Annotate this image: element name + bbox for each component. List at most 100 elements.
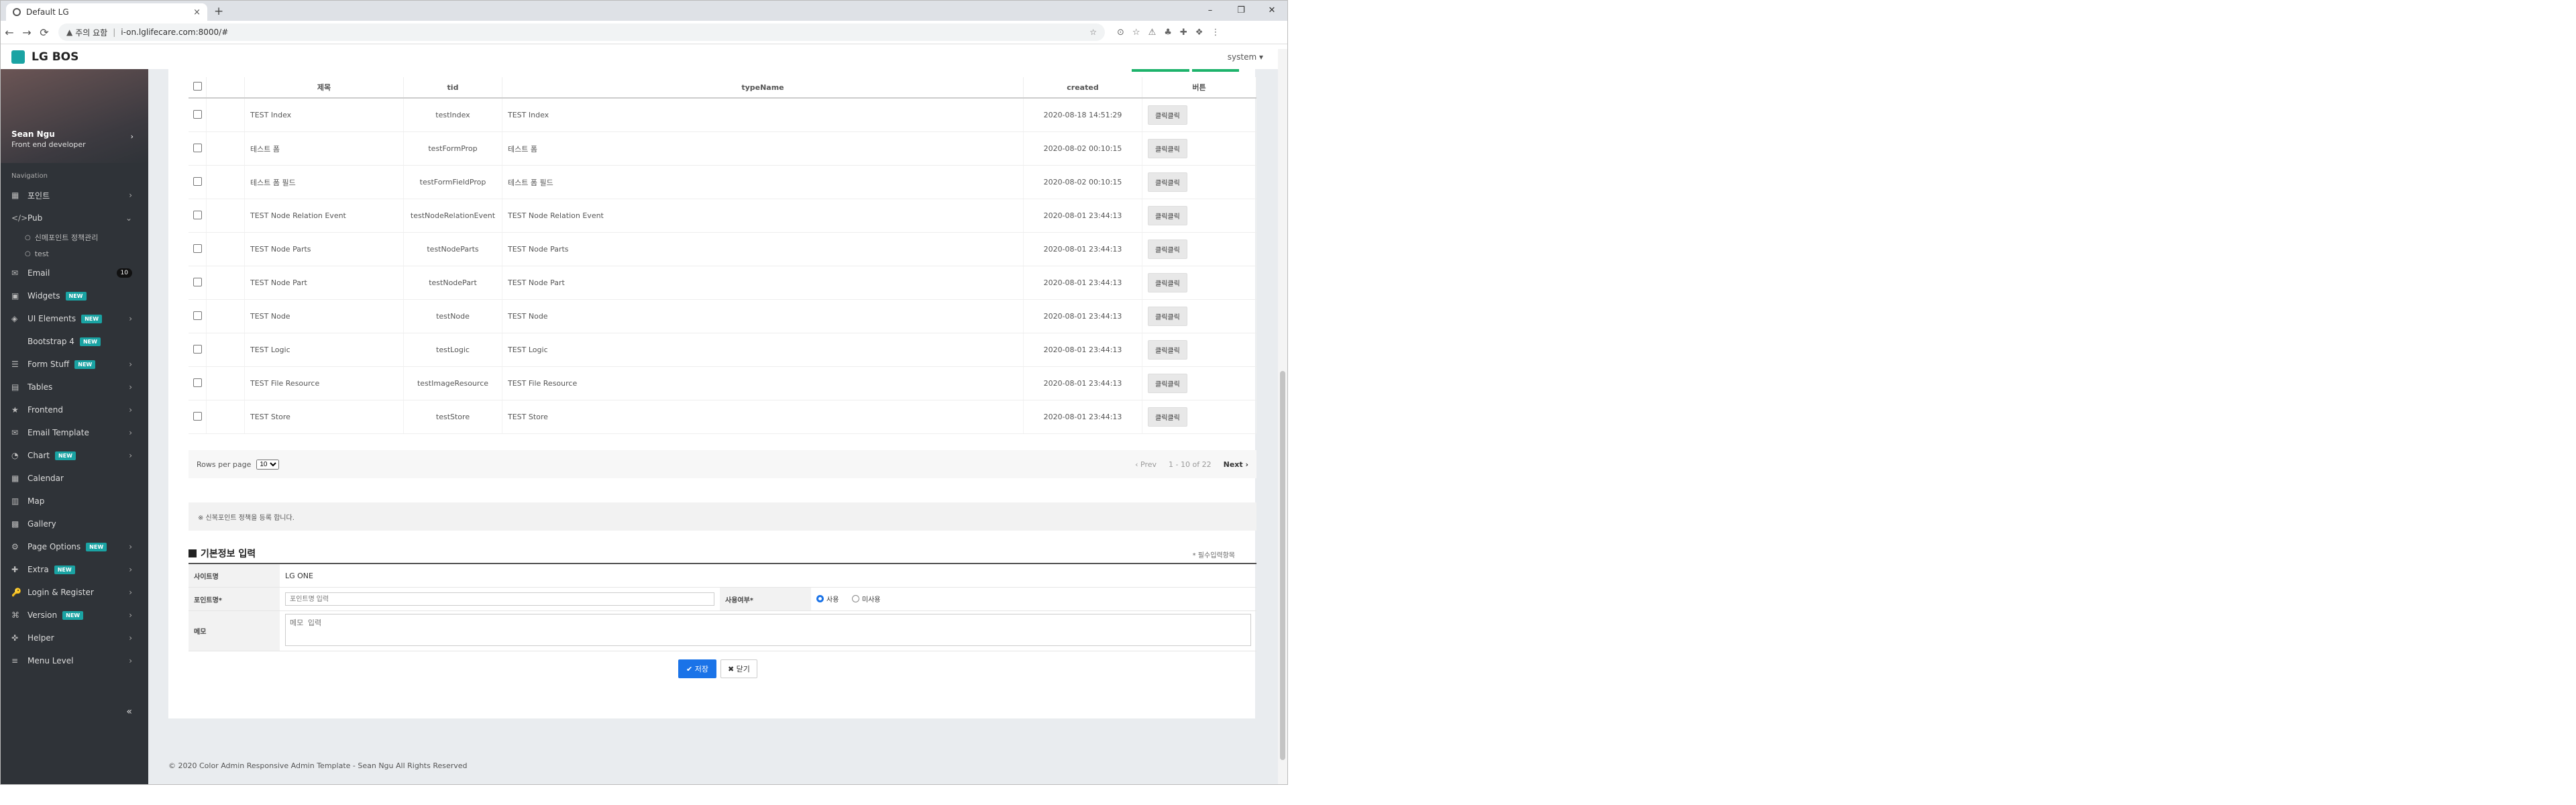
sidebar-subitem-test[interactable]: ○ test	[1, 246, 148, 262]
tab-close-icon[interactable]: ×	[193, 7, 201, 17]
sidebar-item-point[interactable]: ▦ 포인트 ›	[1, 184, 148, 207]
minimize-button[interactable]: –	[1195, 1, 1226, 21]
row-checkbox[interactable]	[189, 400, 207, 434]
select-all-checkbox[interactable]	[189, 77, 207, 99]
cell-typename: TEST Logic	[502, 333, 1024, 367]
save-button[interactable]: ✔ 저장	[678, 659, 716, 678]
use-no-radio[interactable]: 미사용	[851, 594, 881, 604]
row-action-button[interactable]: 클릭클릭	[1148, 407, 1187, 427]
sidebar-item-bootstrap[interactable]: Bootstrap 4 NEW	[1, 330, 148, 353]
column-header-typename[interactable]: typeName	[502, 77, 1024, 99]
row-checkbox[interactable]	[189, 165, 207, 199]
use-yes-radio[interactable]: 사용	[816, 594, 839, 604]
table-cell	[206, 266, 245, 300]
radio-empty-icon	[851, 595, 859, 602]
row-action-button[interactable]: 클릭클릭	[1148, 374, 1187, 393]
row-checkbox[interactable]	[189, 299, 207, 333]
row-action-button[interactable]: 클릭클릭	[1148, 239, 1187, 259]
extension-icon[interactable]: ⚠	[1148, 28, 1157, 38]
cell-tid: testIndex	[403, 98, 502, 132]
extension-icon[interactable]: ✚	[1180, 28, 1187, 38]
user-menu[interactable]: system ▾	[1228, 52, 1263, 62]
sidebar-item-helper[interactable]: ✜ Helper ›	[1, 627, 148, 649]
green-button[interactable]	[1192, 69, 1239, 72]
new-tab-button[interactable]: +	[214, 5, 223, 18]
row-checkbox[interactable]	[189, 199, 207, 233]
column-header-created[interactable]: created	[1023, 77, 1142, 99]
column-header-tid[interactable]: tid	[403, 77, 502, 99]
close-window-button[interactable]: ✕	[1256, 1, 1287, 21]
sidebar-item-page-options[interactable]: ⚙ Page Options NEW ›	[1, 535, 148, 558]
row-action-button[interactable]: 클릭클릭	[1148, 105, 1187, 125]
header-buttons	[1132, 69, 1239, 72]
sidebar-item-widgets[interactable]: ▣ Widgets NEW	[1, 284, 148, 307]
scrollbar-thumb[interactable]	[1280, 371, 1285, 760]
sidebar-item-calendar[interactable]: ▦ Calendar	[1, 467, 148, 490]
table-cell	[206, 131, 245, 166]
sidebar-item-ui-elements[interactable]: ◈ UI Elements NEW ›	[1, 307, 148, 330]
url-input[interactable]: ▲ 주의 요함 | i-on.lglifecare.com:8000/# ☆	[58, 23, 1105, 41]
sidebar-item-extra[interactable]: ✚ Extra NEW ›	[1, 558, 148, 581]
row-checkbox[interactable]	[189, 333, 207, 367]
reload-button[interactable]: ⟳	[36, 26, 53, 39]
extension-icon[interactable]: ☆	[1132, 28, 1140, 38]
memo-textarea[interactable]	[285, 614, 1251, 646]
prev-page-button[interactable]: ‹ Prev	[1135, 460, 1157, 469]
browser-tab[interactable]: Default LG ×	[6, 3, 207, 21]
sidebar-profile[interactable]: Sean Ngu Front end developer ›	[1, 69, 148, 163]
sidebar-subitem-policy[interactable]: ○ 신메포인트 정책관리	[1, 229, 148, 246]
sidebar-item-pub[interactable]: </> Pub ⌄	[1, 207, 148, 229]
green-button[interactable]	[1132, 69, 1189, 72]
row-action-button[interactable]: 클릭클릭	[1148, 139, 1187, 158]
sidebar-item-menu-level[interactable]: ≡ Menu Level ›	[1, 649, 148, 672]
sidebar-item-frontend[interactable]: ★ Frontend ›	[1, 398, 148, 421]
sidebar-item-tables[interactable]: ▤ Tables ›	[1, 376, 148, 398]
point-name-input[interactable]	[285, 592, 714, 606]
page-scrollbar[interactable]	[1278, 49, 1287, 784]
extension-icon[interactable]: ♣	[1164, 28, 1172, 38]
forward-button[interactable]: →	[18, 26, 36, 39]
sidebar-item-version[interactable]: ⌘ Version NEW ›	[1, 604, 148, 627]
row-action-button[interactable]: 클릭클릭	[1148, 206, 1187, 225]
sidebar-item-label: Login & Register	[28, 588, 94, 597]
rows-per-page-select[interactable]: 10	[256, 459, 280, 470]
next-page-button[interactable]: Next ›	[1224, 460, 1248, 469]
cell-created: 2020-08-01 23:44:13	[1023, 333, 1142, 367]
sidebar-item-gallery[interactable]: ▩ Gallery	[1, 513, 148, 535]
new-badge: NEW	[54, 451, 76, 460]
close-button[interactable]: ✖ 닫기	[720, 659, 757, 678]
cell-created: 2020-08-01 23:44:13	[1023, 299, 1142, 333]
cell-title: TEST Store	[244, 400, 404, 434]
row-checkbox[interactable]	[189, 366, 207, 400]
row-checkbox[interactable]	[189, 98, 207, 132]
sidebar-item-email[interactable]: ✉ Email 10	[1, 262, 148, 284]
maximize-button[interactable]: ❐	[1226, 1, 1256, 21]
row-action-button[interactable]: 클릭클릭	[1148, 273, 1187, 292]
cell-tid: testStore	[403, 400, 502, 434]
browser-menu-icon[interactable]: ⋮	[1211, 28, 1220, 38]
sidebar-item-form-stuff[interactable]: ☰ Form Stuff NEW ›	[1, 353, 148, 376]
sidebar-item-label: Tables	[28, 382, 53, 392]
back-button[interactable]: ←	[1, 26, 18, 39]
sidebar-collapse-button[interactable]: «	[126, 706, 132, 717]
table-cell: 클릭클릭	[1142, 199, 1256, 233]
row-checkbox[interactable]	[189, 232, 207, 266]
row-action-button[interactable]: 클릭클릭	[1148, 307, 1187, 326]
column-header-title[interactable]: 제목	[244, 77, 404, 99]
bookmark-star-icon[interactable]: ☆	[1089, 28, 1097, 37]
row-checkbox[interactable]	[189, 131, 207, 166]
new-badge: NEW	[54, 565, 75, 574]
cell-typename: TEST Node Relation Event	[502, 199, 1024, 233]
extension-icon[interactable]: ⊙	[1117, 28, 1124, 38]
sidebar-item-map[interactable]: ▥ Map	[1, 490, 148, 513]
sidebar-item-login-register[interactable]: 🔑 Login & Register ›	[1, 581, 148, 604]
row-action-button[interactable]: 클릭클릭	[1148, 340, 1187, 360]
sidebar-item-chart[interactable]: ◔ Chart NEW ›	[1, 444, 148, 467]
sidebar-item-email-template[interactable]: ✉ Email Template ›	[1, 421, 148, 444]
extension-icon[interactable]: ❖	[1195, 28, 1203, 38]
app-logo[interactable]: LG BOS	[11, 50, 78, 64]
row-action-button[interactable]: 클릭클릭	[1148, 172, 1187, 192]
row-checkbox[interactable]	[189, 266, 207, 300]
table-row: TEST Node Part testNodePart TEST Node Pa…	[189, 266, 1256, 300]
new-badge: NEW	[74, 360, 96, 369]
